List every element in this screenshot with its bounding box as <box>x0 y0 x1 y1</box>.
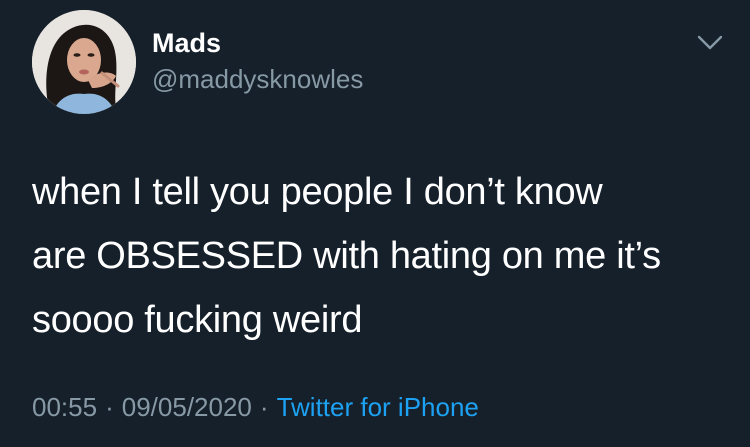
avatar-image <box>32 10 136 114</box>
tweet-card: Mads @maddysknowles when I tell you peop… <box>0 0 750 447</box>
chevron-down-icon[interactable] <box>695 30 725 54</box>
display-name[interactable]: Mads <box>152 27 221 59</box>
tweet-time[interactable]: 00:55 <box>32 392 97 422</box>
meta-separator: · <box>259 392 269 422</box>
user-handle[interactable]: @maddysknowles <box>152 63 363 95</box>
meta-separator: · <box>105 392 114 422</box>
tweet-date[interactable]: 09/05/2020 <box>122 392 252 422</box>
tweet-text: when I tell you people I don’t know are … <box>32 171 661 341</box>
avatar[interactable] <box>32 10 136 114</box>
tweet-meta: 00:55 · 09/05/2020 · Twitter for iPhone <box>32 390 479 424</box>
tweet-source-link[interactable]: Twitter for iPhone <box>277 392 479 422</box>
